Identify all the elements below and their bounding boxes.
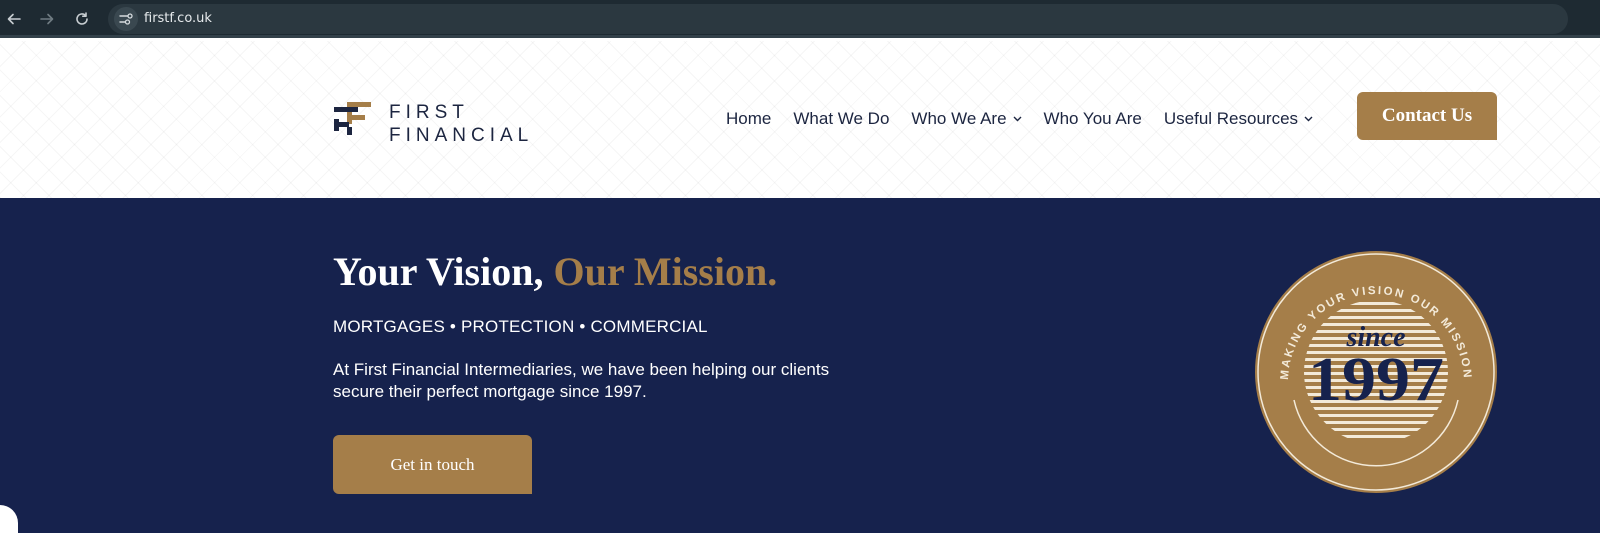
hero-section: Your Vision, Our Mission. MORTGAGES • PR… <box>0 198 1600 533</box>
back-arrow-icon[interactable] <box>2 7 26 31</box>
nav-useful-resources[interactable]: Useful Resources <box>1164 109 1313 129</box>
badge-year-text: 1997 <box>1308 346 1444 414</box>
chevron-down-icon <box>1013 116 1022 122</box>
contact-us-button[interactable]: Contact Us <box>1357 92 1497 140</box>
site-settings-icon[interactable] <box>114 7 138 31</box>
main-navigation: Home What We Do Who We Are Who You Are U… <box>726 107 1335 131</box>
hero-title: Your Vision, Our Mission. <box>333 248 777 295</box>
logo-mark-icon <box>334 102 371 135</box>
nav-who-we-are[interactable]: Who We Are <box>911 109 1022 129</box>
nav-label: What We Do <box>793 109 890 128</box>
logo-wordmark: FIRST FINANCIAL <box>389 101 533 147</box>
nav-label: Who You Are <box>1043 109 1142 128</box>
nav-home[interactable]: Home <box>726 109 771 129</box>
url-text[interactable]: firstf.co.uk <box>144 11 212 26</box>
chevron-down-icon <box>1304 116 1313 122</box>
services-tagline: MORTGAGES • PROTECTION • COMMERCIAL <box>333 317 708 336</box>
hero-description: At First Financial Intermediaries, we ha… <box>333 360 830 401</box>
logo-line-1: FIRST <box>389 102 469 123</box>
address-bar[interactable]: firstf.co.uk <box>108 4 1568 34</box>
reload-icon[interactable] <box>70 7 94 31</box>
since-1997-badge: MAKING YOUR VISION OUR MISSION since 199… <box>1255 251 1497 493</box>
hero-title-accent: Our Mission. <box>553 249 778 294</box>
site-header: FIRST FINANCIAL Home What We Do Who We A… <box>0 41 1600 198</box>
site-logo[interactable]: FIRST FINANCIAL <box>334 101 564 147</box>
nav-label: Who We Are <box>911 109 1007 128</box>
get-in-touch-button[interactable]: Get in touch <box>333 435 532 494</box>
logo-line-2: FINANCIAL <box>389 125 534 146</box>
browser-toolbar: firstf.co.uk <box>0 0 1600 38</box>
nav-label: Home <box>726 109 772 128</box>
nav-who-you-are[interactable]: Who You Are <box>1044 109 1142 129</box>
hero-title-main: Your Vision, <box>333 249 544 294</box>
nav-what-we-do[interactable]: What We Do <box>793 109 889 129</box>
nav-label: Useful Resources <box>1163 109 1299 128</box>
forward-arrow-icon[interactable] <box>35 7 59 31</box>
